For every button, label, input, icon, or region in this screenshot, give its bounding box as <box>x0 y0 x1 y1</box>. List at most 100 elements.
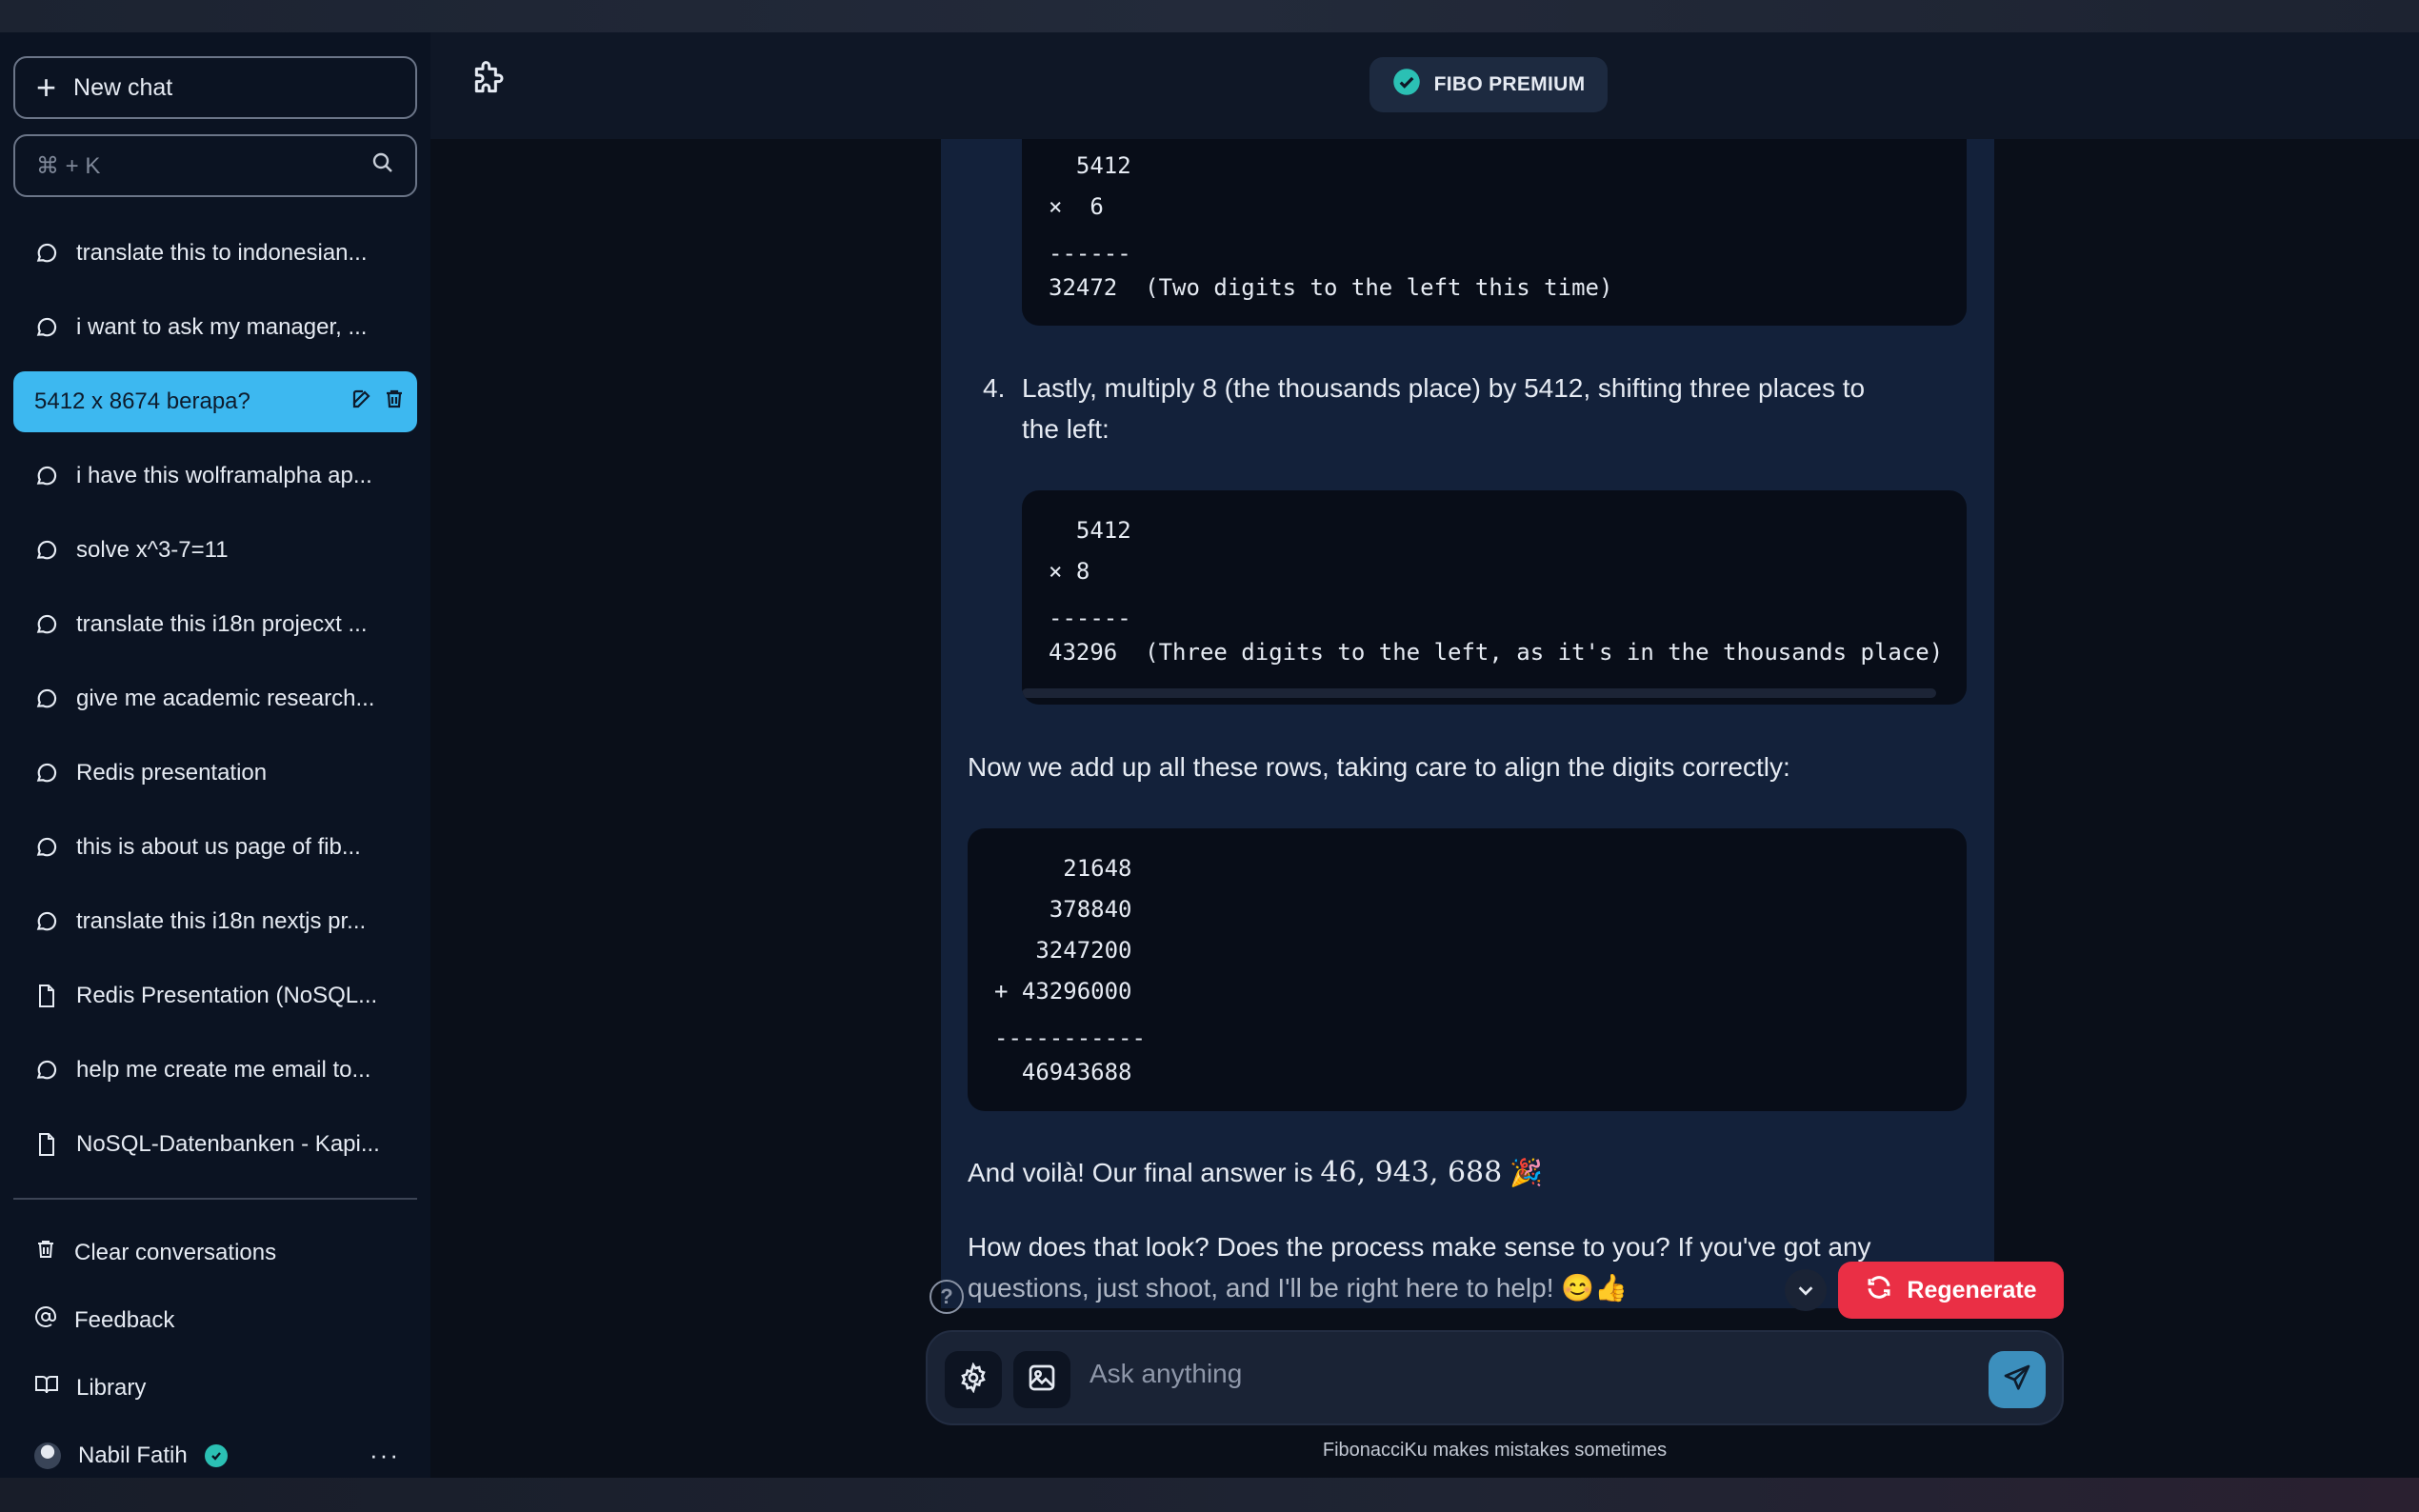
step-text-line: the left: <box>1022 414 1110 444</box>
edit-icon[interactable] <box>350 388 373 417</box>
sidebar-bottom-menu: Clear conversations Feedback Library Nab… <box>13 1219 417 1489</box>
regenerate-button[interactable]: Regenerate <box>1838 1262 2064 1319</box>
conversation-item[interactable]: i have this wolframalpha ap... <box>13 446 417 507</box>
code-block: 5412 × 8 ------ 43296 (Three digits to t… <box>1022 490 1967 705</box>
conversation-item[interactable]: translate this i18n projecxt ... <box>13 594 417 655</box>
conversation-item[interactable]: give me academic research... <box>13 668 417 729</box>
code-line: 46943688 <box>994 1059 1132 1085</box>
more-options-icon[interactable]: ··· <box>370 1441 400 1470</box>
trash-icon <box>34 1238 57 1267</box>
library-button[interactable]: Library <box>13 1354 417 1422</box>
chat-bubble-icon <box>34 1058 59 1083</box>
code-line: 21648 <box>994 855 1132 882</box>
conversation-label: translate this i18n nextjs pr... <box>76 908 367 934</box>
conversation-item[interactable]: i want to ask my manager, ... <box>13 297 417 358</box>
conversation-label: this is about us page of fib... <box>76 834 361 860</box>
send-icon <box>2002 1363 2032 1398</box>
image-icon <box>1027 1363 1057 1398</box>
code-line: ------ <box>1049 605 1131 631</box>
code-line: 378840 <box>994 896 1132 923</box>
premium-badge[interactable]: FIBO PREMIUM <box>1369 57 1608 112</box>
sidebar: + New chat ⌘ + K translate this to indon… <box>0 32 430 1478</box>
search-input[interactable]: ⌘ + K <box>13 134 417 197</box>
conversation-item[interactable]: solve x^3-7=11 <box>13 520 417 581</box>
new-chat-label: New chat <box>73 73 173 101</box>
sidebar-divider <box>13 1198 417 1200</box>
clear-conversations-button[interactable]: Clear conversations <box>13 1219 417 1286</box>
conversation-label: translate this i18n projecxt ... <box>76 611 368 637</box>
conversation-item[interactable]: Redis presentation <box>13 743 417 804</box>
send-button[interactable] <box>1989 1351 2046 1408</box>
conversation-item-active[interactable]: 5412 x 8674 berapa? <box>13 371 417 432</box>
code-line: 5412 <box>1049 517 1131 544</box>
conversation-list: translate this to indonesian... i want t… <box>13 223 417 1188</box>
trash-icon[interactable] <box>383 388 406 417</box>
conversation-item[interactable]: translate this to indonesian... <box>13 223 417 284</box>
scroll-down-chevron-icon[interactable] <box>1785 1269 1827 1311</box>
plugin-puzzle-icon[interactable] <box>469 61 507 104</box>
conversation-label: translate this to indonesian... <box>76 240 368 266</box>
help-icon[interactable]: ? <box>930 1280 964 1314</box>
search-placeholder: ⌘ + K <box>36 152 101 179</box>
chat-bubble-icon <box>34 909 59 934</box>
conversation-label: solve x^3-7=11 <box>76 537 229 563</box>
chat-bubble-icon <box>34 835 59 860</box>
image-upload-button[interactable] <box>1013 1351 1070 1408</box>
step-text-line: Lastly, multiply 8 (the thousands place)… <box>1022 373 1866 403</box>
code-block: 21648 378840 3247200 + 43296000 --------… <box>968 828 1967 1111</box>
message-input[interactable]: Ask anything <box>1090 1359 1242 1389</box>
feedback-label: Feedback <box>74 1306 175 1333</box>
conversation-item[interactable]: this is about us page of fib... <box>13 817 417 878</box>
bottom-window-strip <box>0 1478 2419 1512</box>
conversation-item[interactable]: help me create me email to... <box>13 1040 417 1101</box>
document-icon <box>34 984 59 1008</box>
step-text: Lastly, multiply 8 (the thousands place)… <box>1022 368 1974 449</box>
code-line: ----------- <box>994 1025 1146 1051</box>
closing-line: How does that look? Does the process mak… <box>968 1232 1871 1262</box>
new-chat-button[interactable]: + New chat <box>13 56 417 119</box>
document-icon <box>34 1132 59 1157</box>
refresh-icon <box>1865 1273 1893 1308</box>
code-line: 5412 <box>1049 152 1131 179</box>
chat-bubble-icon <box>34 612 59 637</box>
conversation-label: i want to ask my manager, ... <box>76 314 368 340</box>
disclaimer-text: FibonacciKu makes mistakes sometimes <box>1322 1440 1668 1461</box>
settings-button[interactable] <box>945 1351 1002 1408</box>
chat-bubble-icon <box>34 538 59 563</box>
code-line: 3247200 <box>994 937 1132 964</box>
user-name: Nabil Fatih <box>78 1442 188 1468</box>
search-icon[interactable] <box>371 151 394 181</box>
plus-icon: + <box>36 68 57 107</box>
code-block: 5412 × 6 ------ 32472 (Two digits to the… <box>1022 139 1967 326</box>
chat-bubble-icon <box>34 241 59 266</box>
chat-bubble-icon <box>34 686 59 711</box>
code-line: 32472 (Two digits to the left this time) <box>1049 274 1613 301</box>
chat-message-area[interactable]: 5412 × 6 ------ 32472 (Two digits to the… <box>941 139 1994 1308</box>
conversation-item[interactable]: NoSQL-Datenbanken - Kapi... <box>13 1114 417 1175</box>
verified-badge-icon <box>204 1443 228 1467</box>
conversation-label: i have this wolframalpha ap... <box>76 463 372 488</box>
conversation-label: NoSQL-Datenbanken - Kapi... <box>76 1131 380 1157</box>
horizontal-scrollbar[interactable] <box>1022 688 1936 698</box>
conversation-label: give me academic research... <box>76 686 375 711</box>
regenerate-label: Regenerate <box>1907 1276 2037 1303</box>
gear-icon <box>958 1361 989 1398</box>
conversation-label: help me create me email to... <box>76 1057 371 1083</box>
conversation-label: Redis Presentation (NoSQL... <box>76 983 378 1008</box>
code-line: ------ <box>1049 240 1131 267</box>
conversation-label: Redis presentation <box>76 760 268 786</box>
conversation-item[interactable]: translate this i18n nextjs pr... <box>13 891 417 952</box>
clear-conversations-label: Clear conversations <box>74 1239 277 1265</box>
at-sign-icon <box>34 1305 57 1335</box>
chat-bubble-icon <box>34 315 59 340</box>
book-open-icon <box>34 1373 59 1403</box>
premium-label: FIBO PREMIUM <box>1433 73 1586 95</box>
feedback-button[interactable]: Feedback <box>13 1286 417 1354</box>
final-answer-text: And voilà! Our final answer is 46, 943, … <box>968 1152 1543 1193</box>
explanation-text: Now we add up all these rows, taking car… <box>968 752 1790 782</box>
conversation-item[interactable]: Redis Presentation (NoSQL... <box>13 965 417 1026</box>
list-number: 4. <box>983 373 1006 403</box>
conversation-label: 5412 x 8674 berapa? <box>34 388 250 414</box>
message-composer: Ask anything <box>926 1330 2064 1425</box>
top-header: FIBO PREMIUM <box>430 32 2419 139</box>
